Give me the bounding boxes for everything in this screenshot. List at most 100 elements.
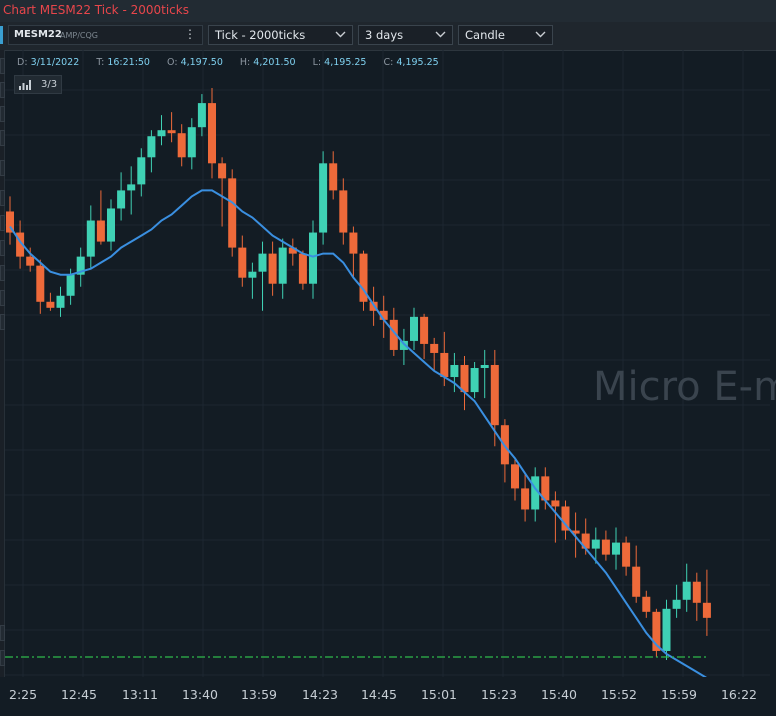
candle-up: [187, 127, 196, 158]
candle-down: [642, 596, 651, 612]
time-tick-label: 13:59: [240, 687, 278, 702]
date-key: D:: [17, 57, 28, 68]
time-tick-label: 15:40: [540, 687, 578, 702]
candle-up: [319, 163, 328, 233]
candle-down: [298, 253, 307, 284]
candle-down: [208, 103, 216, 164]
candle-up: [591, 539, 600, 549]
date-value: 3/11/2022: [30, 57, 80, 68]
candle-up: [248, 271, 257, 278]
candle-down: [46, 301, 55, 308]
time-tick-label: 15:59: [660, 687, 698, 702]
high-key: H:: [239, 57, 251, 68]
chart-type-dropdown[interactable]: Candle: [458, 25, 553, 45]
candle-down: [702, 602, 711, 618]
chart-type-value: Candle: [465, 28, 505, 42]
candle-down: [632, 566, 641, 597]
time-tick-label: 16:22: [720, 687, 758, 702]
candle-up: [107, 208, 115, 242]
candle-up: [480, 364, 489, 369]
candle-up: [612, 542, 620, 555]
candle-down: [268, 253, 277, 284]
candle-up: [197, 103, 206, 128]
close-key: C:: [383, 57, 394, 68]
candle-up: [682, 581, 691, 600]
candle-down: [521, 488, 530, 510]
time-key: T:: [96, 57, 105, 68]
time-value: 16:21:50: [107, 57, 150, 68]
vertical-ellipsis-icon[interactable]: ⋮: [184, 27, 196, 41]
link-color-indicator[interactable]: [0, 26, 3, 44]
ohlc-readout: D: 3/11/2022 T: 16:21:50 O: 4,197.50 H: …: [17, 57, 453, 68]
candle-up: [450, 364, 459, 378]
time-tick-label: 15:01: [420, 687, 458, 702]
time-tick-label: 12:45: [60, 687, 98, 702]
time-tick-label: 15:52: [600, 687, 638, 702]
time-tick-label: 14:23: [301, 687, 339, 702]
range-value: 3 days: [365, 28, 404, 42]
close-value: 4,195.25: [396, 57, 439, 68]
exchange-label: AMP/CQG: [60, 31, 98, 40]
candle-down: [622, 542, 631, 567]
interval-value: Tick - 2000ticks: [215, 28, 306, 42]
candle-down: [601, 539, 610, 555]
candle-up: [86, 220, 95, 257]
moving-average-line: [9, 189, 708, 677]
range-dropdown[interactable]: 3 days: [358, 25, 453, 45]
low-key: L:: [312, 57, 322, 68]
symbol-selector[interactable]: MESM22 AMP/CQG ⋮: [8, 25, 203, 45]
candle-up: [470, 368, 479, 393]
candle-up: [147, 136, 156, 158]
low-value: 4,195.25: [324, 57, 367, 68]
candle-up: [258, 253, 267, 272]
candle-down: [349, 232, 358, 254]
candle-up: [127, 184, 136, 191]
candle-down: [218, 163, 227, 179]
high-value: 4,201.50: [253, 57, 296, 68]
time-tick-label: 13:40: [181, 687, 219, 702]
candle-up: [137, 157, 146, 185]
symbol-watermark: Micro E-m: [593, 364, 776, 410]
candle-down: [511, 464, 519, 489]
candle-down: [440, 352, 449, 378]
candle-down: [26, 256, 35, 266]
bar-layers-icon: [19, 80, 31, 90]
chevron-down-icon: [335, 31, 346, 38]
candle-up: [157, 130, 166, 137]
candle-up: [66, 274, 75, 296]
candle-down: [238, 247, 247, 278]
candle-up: [672, 599, 681, 609]
time-tick-label: 14:45: [360, 687, 398, 702]
interval-dropdown[interactable]: Tick - 2000ticks: [208, 25, 353, 45]
window-title-bar: Chart MESM22 Tick - 2000ticks: [0, 0, 776, 22]
candle-down: [36, 265, 45, 302]
candle-down: [430, 343, 439, 353]
window-title: Chart MESM22 Tick - 2000ticks: [3, 3, 189, 17]
candle-down: [177, 133, 186, 158]
open-value: 4,197.50: [180, 57, 223, 68]
candle-down: [460, 364, 469, 393]
candle-up: [278, 247, 287, 284]
candle-up: [56, 295, 65, 308]
candle-up: [117, 190, 126, 209]
candle-down: [167, 130, 176, 134]
candle-up: [309, 232, 317, 284]
indicator-layers-toggle[interactable]: 3/3: [14, 75, 62, 94]
candle-down: [551, 500, 560, 507]
chevron-down-icon: [435, 31, 446, 38]
candle-down: [96, 220, 105, 242]
layers-count: 3/3: [41, 79, 58, 90]
chevron-down-icon: [535, 31, 546, 38]
candle-up: [662, 608, 671, 651]
time-tick-label: 15:23: [480, 687, 518, 702]
candle-down: [692, 581, 701, 603]
candle-down: [228, 178, 237, 248]
candle-down: [339, 190, 348, 233]
candle-down: [329, 163, 338, 191]
candle-down: [420, 316, 429, 344]
candle-up: [410, 316, 418, 341]
symbol-label: MESM22: [14, 29, 62, 40]
open-key: O:: [167, 57, 178, 68]
candle-down: [490, 364, 499, 426]
time-tick-label: 2:25: [9, 687, 38, 702]
